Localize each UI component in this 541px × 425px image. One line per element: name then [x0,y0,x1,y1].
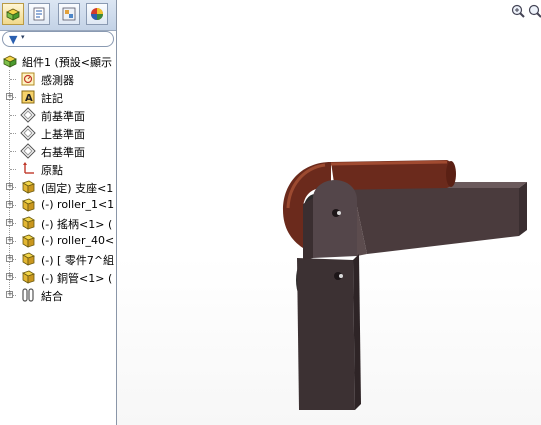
tree-item[interactable]: + (-) [ 零件7^組 [0,250,116,268]
tube-bender-assembly[interactable] [117,0,541,425]
part-icon [20,233,36,249]
expand-icon[interactable]: + [6,93,13,100]
expand-icon[interactable]: + [6,201,13,208]
part-icon [20,251,36,267]
assembly-icon [2,53,18,69]
tree-item[interactable]: 上基準面 [0,124,116,142]
feature-manager-panel: ▼ ▾ 組件1 (預設<顯示感測器 + A 註記前基準面上基準面右基準面原點 + (固定)… [0,0,117,425]
feature-tree-icon [6,8,20,21]
expand-icon[interactable]: + [6,237,13,244]
svg-text:A: A [25,93,33,104]
mates-icon [20,287,36,303]
tree-connector [10,133,16,134]
filter-icon: ▼ [9,33,18,46]
property-icon [33,7,45,21]
feature-manager-tab[interactable] [2,3,24,25]
part-icon [20,215,36,231]
tree-item[interactable]: + (-) 搖柄<1> ( [0,214,116,232]
tree-item-label: 原點 [41,164,63,177]
tree-item-label: 結合 [41,290,63,303]
tree-root-assembly[interactable]: 組件1 (預設<顯示 [0,52,116,70]
graphics-area[interactable] [117,0,541,425]
plane-icon [20,143,36,159]
expand-icon[interactable]: + [6,291,13,298]
tree-item[interactable]: + (固定) 支座<1 [0,178,116,196]
expand-icon[interactable]: + [6,219,13,226]
appearance-icon [91,8,103,20]
crank-arm[interactable] [297,180,361,410]
tree-connector [10,151,16,152]
property-manager-tab[interactable] [28,3,50,25]
tree-item-label: (-) 銅管<1> ( [41,272,113,285]
tree-item-label: (-) 搖柄<1> ( [41,218,113,231]
part-icon [20,269,36,285]
tree-item-label: 前基準面 [41,110,85,123]
tree-item[interactable]: + A 註記 [0,88,116,106]
tree-item-label: (-) [ 零件7^組 [41,254,115,267]
plane-icon [20,125,36,141]
chevron-down-icon: ▾ [21,33,25,41]
tree-filter[interactable]: ▼ ▾ [2,31,114,47]
tree-item[interactable]: 前基準面 [0,106,116,124]
tree-item[interactable]: + (-) roller_1<1 [0,196,116,214]
part-icon [20,197,36,213]
part-icon [20,179,36,195]
annotation-icon: A [20,89,36,105]
tree-connector [10,79,16,80]
tree-item-label: 組件1 (預設<顯示 [22,56,113,69]
expand-icon[interactable]: + [6,255,13,262]
tree-item[interactable]: + 結合 [0,286,116,304]
tree-item-label: 上基準面 [41,128,85,141]
tree-item-label: (-) roller_1<1 [41,198,115,211]
tree-item-label: (固定) 支座<1 [41,182,114,195]
tree-item[interactable]: 原點 [0,160,116,178]
display-manager-tab[interactable] [86,3,108,25]
tree-item[interactable]: 感測器 [0,70,116,88]
tree-item-label: 註記 [41,92,63,105]
tree-connector [10,169,16,170]
configuration-icon [62,7,76,21]
tree-item[interactable]: 右基準面 [0,142,116,160]
expand-icon[interactable]: + [6,273,13,280]
sensor-icon [20,71,36,87]
manager-tab-bar [0,0,116,31]
plane-icon [20,107,36,123]
tree-item-label: 感測器 [41,74,74,87]
configuration-manager-tab[interactable] [58,3,80,25]
expand-icon[interactable]: + [6,183,13,190]
origin-icon [20,161,36,177]
tree-item[interactable]: + (-) roller_40< [0,232,116,250]
tree-item-label: (-) roller_40< [41,234,115,247]
tree-item-label: 右基準面 [41,146,85,159]
tree-item[interactable]: + (-) 銅管<1> ( [0,268,116,286]
base-block[interactable] [345,182,527,256]
tree-connector [10,115,16,116]
